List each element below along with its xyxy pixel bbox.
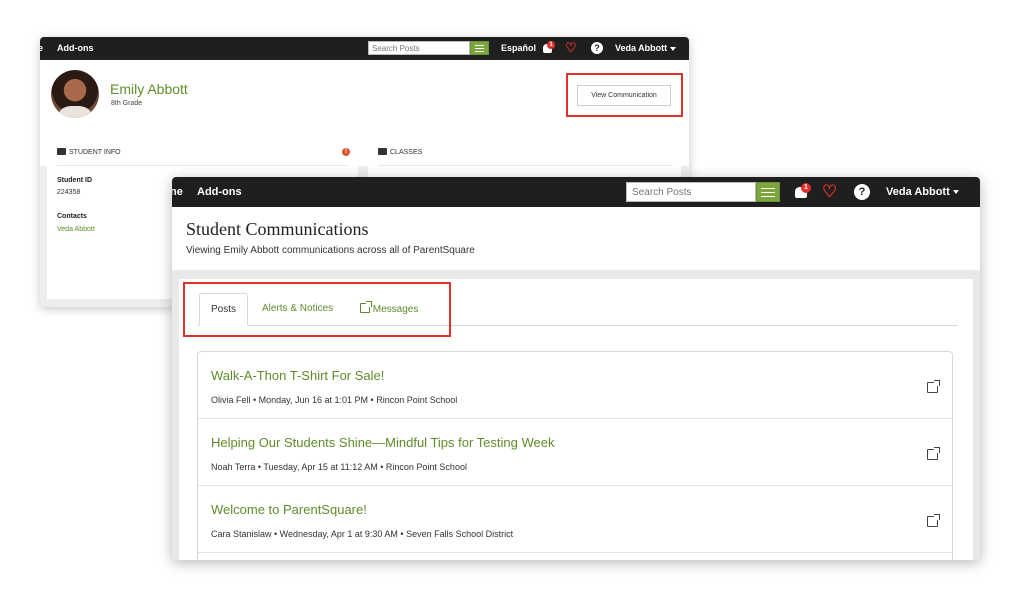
external-link-icon[interactable] [927,513,940,531]
list-item[interactable]: Welcome to ParentSquare! Cara Stanislaw … [198,486,952,553]
book-icon [378,148,387,155]
language-link[interactable]: Español [501,43,536,53]
communications-panel: Posts Alerts & Notices Messages Walk-A-T… [179,279,973,560]
favorites-heart-icon[interactable]: ♡ [565,40,577,56]
search-filter-button[interactable] [470,41,489,55]
list-item[interactable]: Walk-A-Thon T-Shirt For Sale! Olivia Fel… [198,352,952,419]
highlight-box [566,73,683,117]
notification-bell-icon[interactable]: 1 [794,183,811,201]
favorites-heart-icon[interactable]: ♡ [822,182,837,202]
external-link-icon[interactable] [927,379,940,397]
nav-addons-link[interactable]: Add-ons [57,43,94,53]
highlight-box [183,282,451,337]
graduation-cap-icon [57,148,66,155]
post-title[interactable]: Helping Our Students Shine—Mindful Tips … [211,435,554,450]
info-alert-icon[interactable]: ! [342,148,350,156]
search-input[interactable] [368,41,470,55]
nav-home-link[interactable]: ne [172,186,183,198]
contact-link[interactable]: Veda Abbott [57,226,95,233]
student-grade: 8th Grade [111,100,143,107]
search-filter-button[interactable] [756,182,780,202]
post-meta: Noah Terra • Tuesday, Apr 15 at 11:12 AM… [211,462,467,472]
student-id-value: 224358 [57,189,81,196]
post-meta: Cara Stanislaw • Wednesday, Apr 1 at 9:3… [211,529,514,539]
external-link-icon[interactable] [927,446,940,464]
student-info-title: STUDENT INFO [57,148,121,156]
user-name: Veda Abbott [886,186,950,198]
post-meta: Olivia Fell • Monday, Jun 16 at 1:01 PM … [211,395,458,405]
posts-list: Walk-A-Thon T-Shirt For Sale! Olivia Fel… [197,351,953,560]
search-input[interactable] [626,182,756,202]
top-nav-bar: ne Add-ons 1 ♡ ? Veda Abbott [172,177,980,207]
user-menu[interactable]: Veda Abbott [886,186,959,198]
user-menu[interactable]: Veda Abbott [615,43,677,53]
chevron-down-icon [952,190,959,195]
student-communications-window: ne Add-ons 1 ♡ ? Veda Abbott Student Com… [172,177,980,560]
student-name: Emily Abbott [110,81,188,97]
classes-title: CLASSES [378,148,422,156]
chevron-down-icon [670,46,677,51]
notification-badge: 1 [547,41,555,49]
help-icon[interactable]: ? [854,184,870,200]
notification-badge: 1 [801,183,811,193]
top-nav-bar: e Add-ons Español 1 ♡ ? Veda Abbott [40,37,689,60]
avatar [51,70,99,118]
post-title[interactable]: Walk-A-Thon T-Shirt For Sale! [211,368,384,383]
post-title[interactable]: Welcome to ParentSquare! [211,502,367,517]
help-icon[interactable]: ? [591,42,603,54]
nav-home-link[interactable]: e [40,43,43,53]
page-title: Student Communications [186,219,369,239]
nav-addons-link[interactable]: Add-ons [197,186,242,198]
page-subtitle: Viewing Emily Abbott communications acro… [186,245,475,256]
list-item[interactable]: Helping Our Students Shine—Mindful Tips … [198,419,952,486]
page-header: Student Communications Viewing Emily Abb… [172,207,980,270]
notification-bell-icon[interactable]: 1 [542,41,555,55]
student-id-label: Student ID [57,177,92,184]
contacts-label: Contacts [57,213,87,220]
user-name: Veda Abbott [615,43,668,53]
